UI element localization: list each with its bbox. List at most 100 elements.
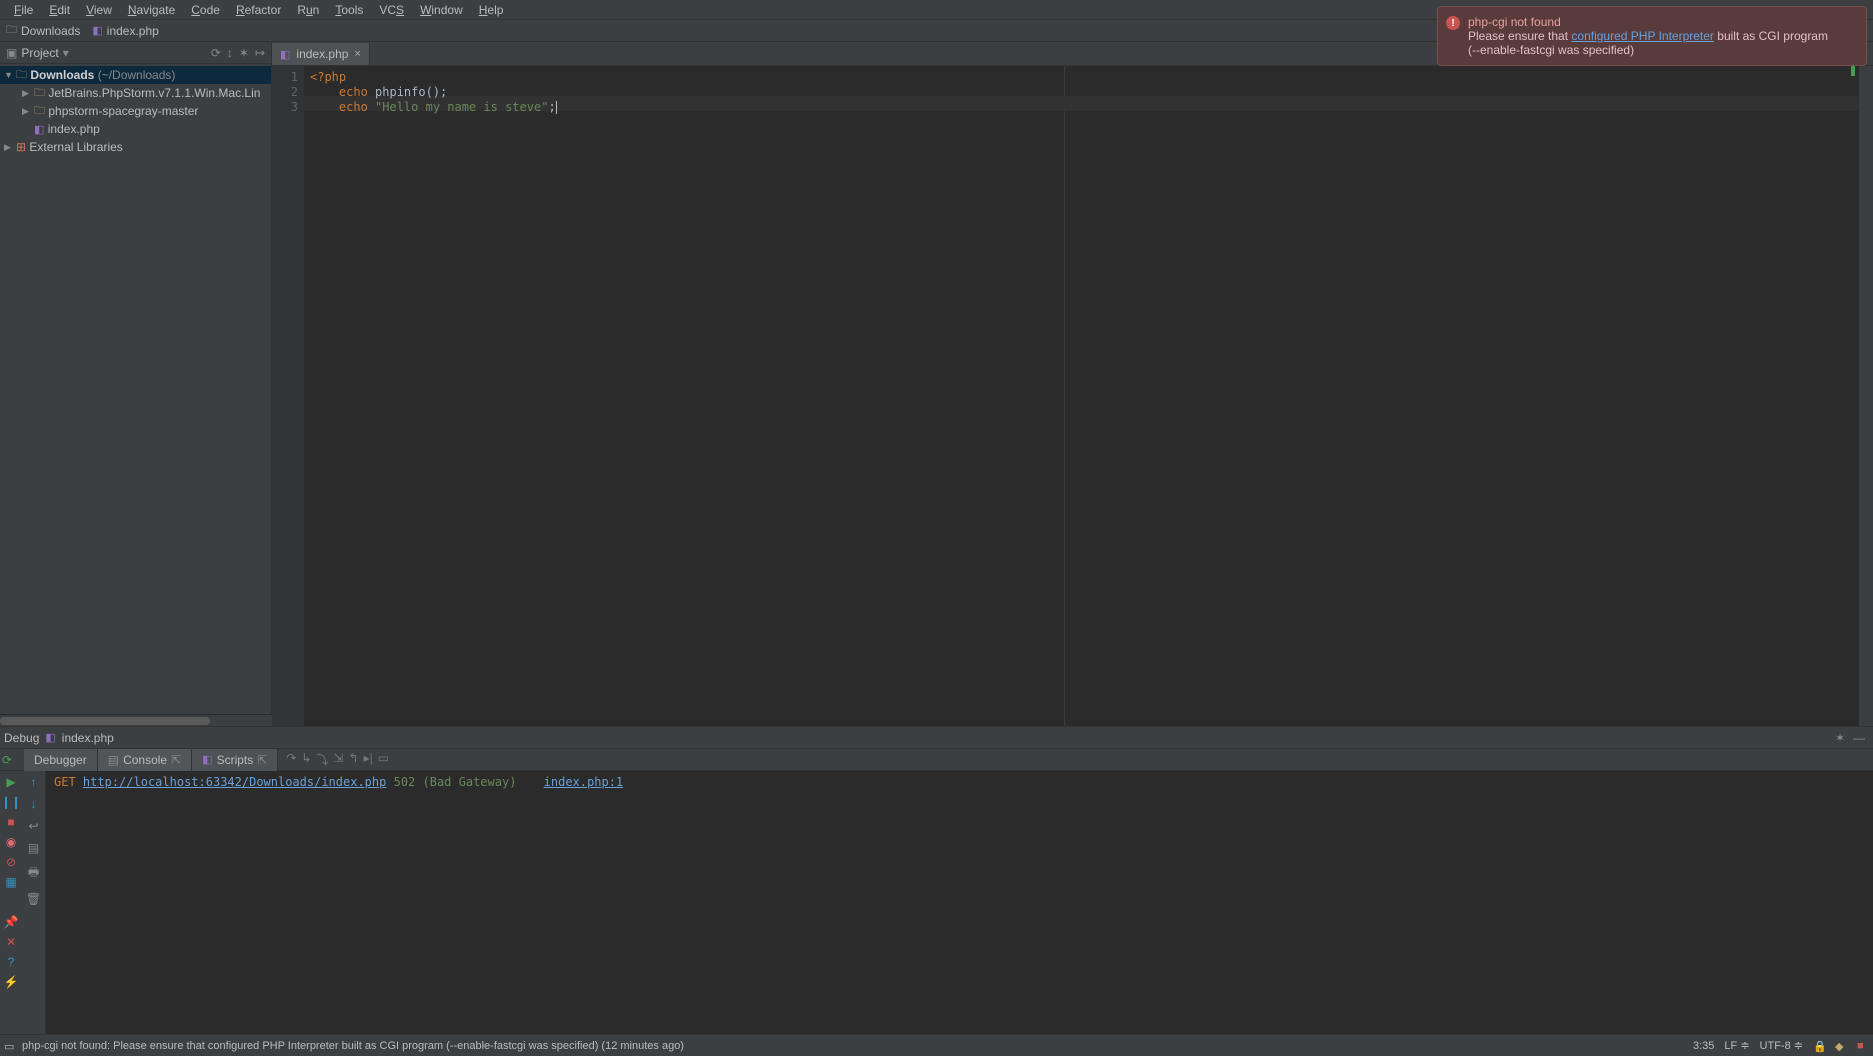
pin-icon[interactable]: ⇱ (257, 753, 267, 767)
view-breakpoints-icon[interactable]: ◉ (4, 835, 18, 849)
debug-left-toolbar: ▶ ❙❙ ■ ◉ ⊘ ▦ 📌 ✕ ? ⚡ (0, 771, 22, 1034)
php-file-icon: ◧ (34, 123, 44, 136)
scroll-from-source-icon[interactable]: ⟳ (211, 46, 221, 60)
menu-help[interactable]: Help (471, 1, 512, 19)
pin-tab-icon[interactable]: 📌 (4, 915, 18, 929)
menu-navigate[interactable]: Navigate (120, 1, 183, 19)
notification-popup[interactable]: ! php-cgi not found Please ensure that c… (1437, 6, 1867, 66)
menu-run[interactable]: Run (289, 1, 327, 19)
editor-body[interactable]: 1 2 3 <?php echo phpinfo(); echo "Hello … (272, 66, 1873, 726)
menu-vcs[interactable]: VCS (371, 1, 412, 19)
project-tree[interactable]: ▼ 🗀 Downloads (~/Downloads) ▶ 🗀 JetBrain… (0, 64, 271, 714)
status-collapse-icon[interactable]: ▭ (4, 1040, 16, 1052)
tree-expander-icon[interactable]: ▶ (4, 142, 16, 153)
margin-guide (1064, 66, 1065, 726)
collapse-all-icon[interactable]: ↕ (227, 46, 233, 60)
step-out-icon[interactable]: ↰ (349, 751, 359, 768)
menu-view[interactable]: View (78, 1, 120, 19)
gear-icon[interactable]: ✶ (239, 46, 249, 60)
breadcrumb-folder[interactable]: 🗀 Downloads (6, 21, 80, 40)
scroll-to-end-icon[interactable]: ▤ (28, 841, 39, 855)
force-step-icon[interactable]: ⇲ (333, 751, 343, 768)
stop-icon[interactable]: ■ (4, 815, 18, 829)
sidebar-scrollbar[interactable] (0, 714, 272, 726)
clear-icon[interactable]: 🗑 (26, 892, 41, 906)
run-to-cursor-icon[interactable]: ▸| (364, 751, 373, 768)
separator (4, 895, 18, 909)
code-area[interactable]: <?php echo phpinfo(); echo "Hello my nam… (304, 66, 1859, 726)
console-output[interactable]: GET http://localhost:63342/Downloads/ind… (46, 771, 1873, 1034)
scripts-tab[interactable]: ◧ Scripts ⇱ (192, 749, 278, 771)
console-status: 502 (Bad Gateway) (394, 775, 517, 789)
evaluate-icon[interactable]: ▭ (378, 751, 389, 768)
close-icon[interactable]: × (354, 48, 360, 60)
console-url[interactable]: http://localhost:63342/Downloads/index.p… (83, 775, 386, 789)
tree-libraries[interactable]: ▶ ⊞ External Libraries (0, 138, 271, 156)
project-tool-icon: ▣ (6, 46, 17, 60)
menu-window[interactable]: Window (412, 1, 471, 19)
tree-file[interactable]: ◧ index.php (0, 120, 271, 138)
hide-icon[interactable]: ↦ (255, 46, 265, 60)
close-session-icon[interactable]: ✕ (4, 935, 18, 949)
code-token: phpinfo(); (368, 85, 447, 99)
status-bar: ▭ php-cgi not found: Please ensure that … (0, 1034, 1873, 1056)
sidebar-title[interactable]: Project (21, 46, 58, 60)
breadcrumb-file[interactable]: ◧ index.php (92, 24, 158, 38)
soft-wrap-icon[interactable]: ↩ (28, 819, 38, 833)
notification-line2: (--enable-fastcgi was specified) (1468, 43, 1856, 57)
pin-icon[interactable]: ⇱ (171, 753, 181, 767)
stack-icon[interactable]: ⚡ (4, 975, 18, 989)
console-tab[interactable]: ▤ Console ⇱ (98, 749, 192, 771)
up-icon[interactable]: ↑ (31, 775, 37, 789)
encoding[interactable]: UTF-8 ≑ (1760, 1039, 1803, 1052)
tree-expander-icon[interactable]: ▶ (22, 106, 34, 117)
help-icon[interactable]: ? (4, 955, 18, 969)
code-token: <?php (310, 70, 346, 84)
down-icon[interactable]: ↓ (31, 797, 37, 811)
editor-scrollbar[interactable] (1859, 66, 1873, 726)
scrollbar-thumb[interactable] (0, 717, 210, 725)
line-number: 2 (272, 85, 298, 100)
tree-expander-icon[interactable]: ▶ (22, 88, 34, 99)
menu-code[interactable]: Code (183, 1, 228, 19)
tree-expander-icon[interactable]: ▼ (4, 70, 16, 80)
pause-icon[interactable]: ❙❙ (4, 795, 18, 809)
debug-subtab-bar: ⟳ Debugger ▤ Console ⇱ ◧ Scripts ⇱ ↷ ↳ ⤵… (0, 749, 1873, 771)
console-source-link[interactable]: index.php:1 (544, 775, 623, 789)
menu-edit[interactable]: Edit (41, 1, 78, 19)
libraries-icon: ⊞ (16, 140, 26, 154)
sidebar-header: ▣ Project ▾ ⟳ ↕ ✶ ↦ (0, 42, 271, 64)
line-ending[interactable]: LF ≑ (1724, 1039, 1749, 1052)
debug-label: Debug (4, 731, 39, 745)
mute-breakpoints-icon[interactable]: ⊘ (4, 855, 18, 869)
resume-icon[interactable]: ▶ (4, 775, 18, 789)
layout-icon[interactable]: ▦ (4, 875, 18, 889)
caret-position[interactable]: 3:35 (1693, 1040, 1714, 1052)
notification-indicator-icon[interactable]: ■ (1857, 1040, 1869, 1052)
php-file-icon: ◧ (202, 753, 212, 766)
tree-folder[interactable]: ▶ 🗀 phpstorm-spacegray-master (0, 102, 271, 120)
menu-tools[interactable]: Tools (327, 1, 371, 19)
step-into-my-icon[interactable]: ⤵ (316, 751, 328, 768)
debugger-tab[interactable]: Debugger (24, 749, 98, 771)
menu-file[interactable]: File (6, 1, 41, 19)
debug-step-icons: ↷ ↳ ⤵ ⇲ ↰ ▸| ▭ (286, 751, 389, 768)
tree-root[interactable]: ▼ 🗀 Downloads (~/Downloads) (0, 66, 271, 84)
lock-icon[interactable]: 🔒 (1813, 1040, 1825, 1052)
print-icon[interactable]: 🖶 (28, 863, 39, 884)
hektor-icon[interactable]: ◆ (1835, 1040, 1847, 1052)
minimize-icon[interactable]: — (1853, 731, 1865, 745)
notification-link[interactable]: configured PHP Interpreter (1571, 29, 1714, 43)
step-over-icon[interactable]: ↷ (286, 751, 296, 768)
tree-item-label: JetBrains.PhpStorm.v7.1.1.Win.Mac.Lin (48, 86, 260, 100)
line-number: 1 (272, 70, 298, 85)
menu-refactor[interactable]: Refactor (228, 1, 289, 19)
tree-folder[interactable]: ▶ 🗀 JetBrains.PhpStorm.v7.1.1.Win.Mac.Li… (0, 84, 271, 102)
gear-icon[interactable]: ✶ (1835, 731, 1845, 745)
tree-root-path: (~/Downloads) (98, 68, 176, 82)
chevron-down-icon[interactable]: ▾ (63, 46, 69, 60)
restart-icon[interactable]: ⟳ (2, 753, 12, 767)
console-method: GET (54, 775, 76, 789)
editor-tab[interactable]: ◧ index.php × (272, 43, 370, 65)
step-into-icon[interactable]: ↳ (301, 751, 311, 768)
